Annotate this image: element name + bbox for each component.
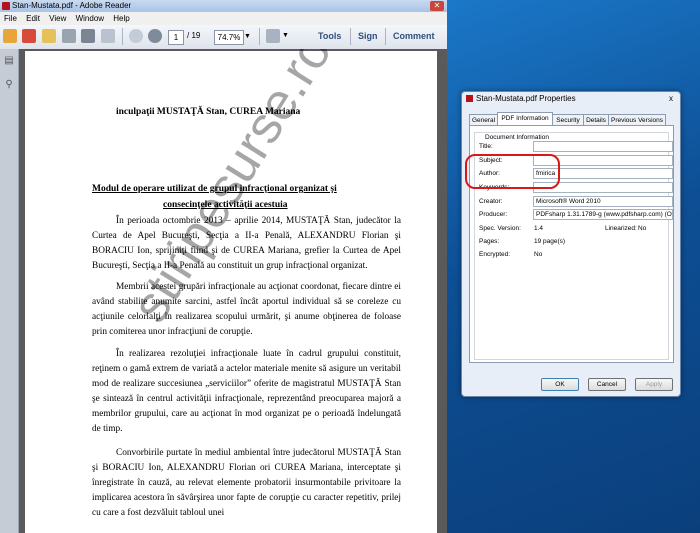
menu-window[interactable]: Window [76, 14, 104, 23]
cancel-button[interactable]: Cancel [588, 378, 626, 391]
chevron-down-icon[interactable]: ▼ [282, 29, 290, 43]
producer-field[interactable]: PDFsharp 1.31.1789-g (www.pdfsharp.com) … [533, 209, 673, 220]
next-page-icon[interactable] [148, 29, 162, 43]
highlight-circle [465, 154, 560, 189]
toolbar-separator [350, 28, 351, 45]
document-area[interactable]: inculpaţii MUSTAŢĂ Stan, CUREA Mariana M… [19, 49, 447, 533]
close-icon[interactable]: x [666, 94, 676, 103]
creator-field[interactable]: Microsoft® Word 2010 [533, 196, 673, 207]
creator-label: Creator: [479, 198, 503, 205]
linearized-value: No [638, 225, 647, 232]
menu-bar: File Edit View Window Help [0, 12, 447, 25]
producer-label: Producer: [479, 211, 508, 218]
open-folder-icon[interactable] [42, 29, 56, 43]
group-label: Document Information [483, 134, 551, 141]
pages-label: Pages: [479, 238, 500, 245]
menu-file[interactable]: File [4, 14, 17, 23]
pdf-page: inculpaţii MUSTAŢĂ Stan, CUREA Mariana M… [25, 49, 437, 533]
title-label: Title: [479, 143, 493, 150]
adobe-reader-window: Stan-Mustata.pdf - Adobe Reader ✕ File E… [0, 0, 447, 533]
dialog-title: Stan-Mustata.pdf Properties [476, 94, 576, 103]
toolbar-separator [385, 28, 386, 45]
page-number-input[interactable]: 1 [168, 30, 184, 45]
file-icon [466, 95, 473, 102]
spec-version-label: Spec. Version: [479, 225, 521, 232]
reader-title: Stan-Mustata.pdf - Adobe Reader [12, 1, 132, 10]
comment-button[interactable]: Comment [393, 31, 435, 41]
close-icon[interactable]: ✕ [430, 1, 444, 11]
ok-button[interactable]: OK [541, 378, 579, 391]
reader-titlebar: Stan-Mustata.pdf - Adobe Reader ✕ [0, 0, 447, 12]
tools-button[interactable]: Tools [318, 31, 341, 41]
print-icon[interactable] [81, 29, 95, 43]
toolbar-separator [259, 28, 260, 45]
sign-button[interactable]: Sign [358, 31, 378, 41]
save-icon[interactable] [62, 29, 76, 43]
zoom-dropdown-icon[interactable]: ▼ [244, 30, 253, 44]
open-file-icon[interactable] [22, 29, 36, 43]
linearized-label: Linearized: [605, 225, 637, 232]
encrypted-value: No [534, 251, 543, 258]
paragraph: În realizarea rezoluţiei infracţionale l… [92, 349, 401, 434]
email-icon[interactable] [101, 29, 115, 43]
toolbar: 1 / 19 74.7% ▼ ▼ Tools Sign Comment [0, 25, 447, 50]
attachments-icon[interactable]: ⚲ [3, 79, 15, 91]
zoom-input[interactable]: 74.7% [214, 30, 244, 45]
title-field[interactable] [533, 141, 673, 152]
adobe-reader-icon [2, 2, 10, 10]
spec-version-value: 1.4 [534, 225, 544, 232]
page-thumbnails-icon[interactable]: ▤ [3, 55, 15, 67]
tab-pdf-information[interactable]: PDF Information [497, 112, 553, 126]
toolbar-separator [122, 28, 123, 45]
encrypted-label: Encrypted: [479, 251, 511, 258]
previous-page-icon[interactable] [129, 29, 143, 43]
pages-value: 19 page(s) [534, 238, 566, 245]
page-total: / 19 [187, 31, 201, 40]
properties-dialog: Stan-Mustata.pdf Properties x General PD… [461, 91, 681, 397]
apply-button[interactable]: Apply [635, 378, 673, 391]
select-tool-icon[interactable] [266, 29, 280, 43]
paragraph: În perioada octombrie 2013 – aprilie 201… [92, 216, 401, 271]
menu-edit[interactable]: Edit [26, 14, 40, 23]
paragraph: Convorbirile purtate în mediul ambiental… [92, 448, 401, 518]
menu-help[interactable]: Help [113, 14, 129, 23]
navigation-pane: ▤ ⚲ [0, 49, 19, 533]
menu-view[interactable]: View [49, 14, 66, 23]
create-pdf-icon[interactable] [3, 29, 17, 43]
